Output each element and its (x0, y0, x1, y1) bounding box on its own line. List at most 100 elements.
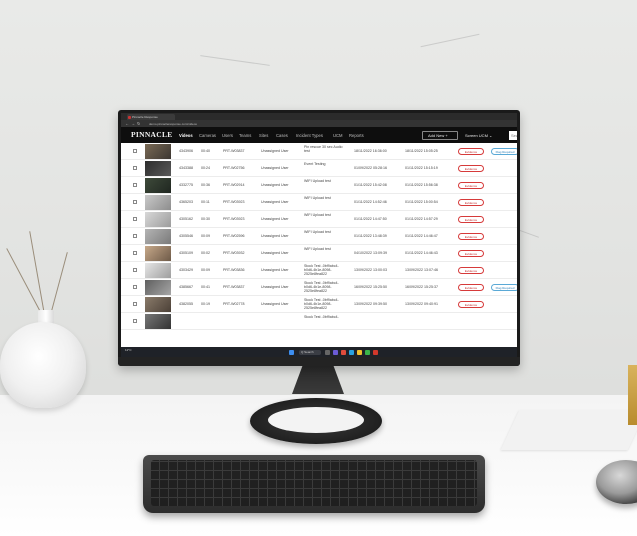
table-row[interactable]: 4365203 00:11 PRT-W03923 Unassigned User WIF… (121, 194, 517, 211)
video-title: Stock Test -0bf9abc4-b0d6-4b1e-8098-2525… (304, 264, 339, 276)
video-title: Stock Test -0bf9abc4-b0d6-4b1e-8098-2525… (304, 281, 339, 293)
table-row[interactable]: 4343388 00:24 PRT-W02756 Unassigned User Eve… (121, 160, 517, 177)
nav-users[interactable]: Users (222, 133, 233, 138)
folder-icon[interactable] (357, 349, 362, 355)
assigned-user: Unassigned User (261, 217, 289, 221)
row-checkbox[interactable] (133, 268, 137, 272)
table-row[interactable]: 4332775 00:36 PRT-W02914 Unassigned User WIF… (121, 177, 517, 194)
evidence-button[interactable]: Evidence (458, 284, 484, 291)
row-checkbox[interactable] (133, 200, 137, 204)
task-view-icon[interactable] (325, 349, 330, 355)
forward-icon[interactable]: → (131, 121, 135, 126)
nav-videos[interactable]: Videos (179, 133, 193, 138)
table-row[interactable]: 4305546 00:09 PRT-W02596 Unassigned User WIF… (121, 228, 517, 245)
video-thumbnail[interactable] (145, 195, 171, 210)
video-title: WIFI Upload test (304, 179, 331, 183)
video-table: 4343906 00:40 PRT-W03837 Unassigned User Pin… (121, 143, 517, 347)
row-checkbox[interactable] (133, 234, 137, 238)
search-input[interactable]: Search (509, 130, 517, 140)
row-checkbox[interactable] (133, 302, 137, 306)
video-thumbnail[interactable] (145, 297, 171, 312)
evidence-button[interactable]: Evidence (458, 250, 484, 257)
gold-object (628, 365, 637, 425)
evidence-button[interactable]: Evidence (458, 165, 484, 172)
table-row[interactable]: 4382055 00:19 PRT-W02778 Unassigned User Sto… (121, 296, 517, 313)
add-new-button[interactable]: Add New + (422, 130, 458, 140)
evidence-button[interactable]: Evidence (458, 182, 484, 189)
taskbar-search[interactable]: Q Search (299, 349, 321, 355)
evidence-button[interactable]: Evidence (458, 199, 484, 206)
table-row[interactable]: 4305109 00:02 PRT-W03932 Unassigned User WIF… (121, 245, 517, 262)
row-checkbox[interactable] (133, 166, 137, 170)
video-thumbnail[interactable] (145, 263, 171, 278)
row-checkbox[interactable] (133, 285, 137, 289)
table-row[interactable]: 4385667 00:41 PRT-W03837 Unassigned User Sto… (121, 279, 517, 296)
device-id: PRT-W03923 (223, 217, 245, 221)
video-duration: 00:40 (201, 149, 210, 153)
nav-reports[interactable]: Reports (349, 133, 364, 138)
user-menu[interactable]: Screen UCM ⌄ (465, 133, 492, 138)
recorded-date: 16/09/2022 15:25:50 (354, 285, 387, 289)
windows-start-icon[interactable] (289, 349, 294, 355)
nav-cases[interactable]: Cases (276, 133, 288, 138)
evidence-button[interactable]: Evidence (458, 301, 484, 308)
video-title: WIFI Upload test (304, 247, 331, 251)
video-thumbnail[interactable] (145, 314, 171, 329)
assigned-user: Unassigned User (261, 268, 289, 272)
app-icon[interactable] (373, 349, 378, 355)
table-row[interactable]: 4343906 00:40 PRT-W03837 Unassigned User Pin… (121, 143, 517, 160)
row-checkbox[interactable] (133, 149, 137, 153)
evidence-button[interactable]: Evidence (458, 233, 484, 240)
chat-icon[interactable] (333, 349, 338, 355)
nav-teams[interactable]: Teams (239, 133, 251, 138)
keyboard-keys (151, 460, 477, 506)
uploaded-date: 01/11/2022 15:15:19 (405, 166, 438, 170)
uploaded-date: 18/11/2022 15:05:25 (405, 149, 438, 153)
device-id: PRT-W03923 (223, 200, 245, 204)
video-id: 4305546 (179, 234, 193, 238)
row-checkbox[interactable] (133, 251, 137, 255)
browser-icon[interactable] (341, 349, 346, 355)
uploaded-date: 13/09/2022 13:07:46 (405, 268, 438, 272)
video-thumbnail[interactable] (145, 280, 171, 295)
weather-widget[interactable]: 11°C (125, 348, 131, 352)
flag-required-badge[interactable]: Flag Required (491, 148, 517, 155)
table-row[interactable]: 4305162 00:30 PRT-W03923 Unassigned User WIF… (121, 211, 517, 228)
edge-icon[interactable] (349, 349, 354, 355)
video-thumbnail[interactable] (145, 178, 171, 193)
keyboard (143, 455, 485, 513)
reload-icon[interactable]: ↻ (137, 121, 140, 126)
table-row[interactable]: Stock Test -0bf9abc4- (121, 313, 517, 330)
video-thumbnail[interactable] (145, 212, 171, 227)
row-checkbox[interactable] (133, 217, 137, 221)
nav-ucm[interactable]: UCM (333, 133, 343, 138)
nav-cameras[interactable]: Cameras (199, 133, 216, 138)
video-title: Stock Test -0bf9abc4-b0d6-4b1e-8098-2525… (304, 298, 339, 310)
video-thumbnail[interactable] (145, 144, 171, 159)
nav-sites[interactable]: Sites (259, 133, 268, 138)
row-checkbox[interactable] (133, 319, 137, 323)
video-thumbnail[interactable] (145, 246, 171, 261)
video-id: 4365203 (179, 200, 193, 204)
video-duration: 00:19 (201, 302, 210, 306)
device-id: PRT-W02596 (223, 234, 245, 238)
evidence-button[interactable]: Evidence (458, 148, 484, 155)
video-thumbnail[interactable] (145, 161, 171, 176)
assigned-user: Unassigned User (261, 166, 289, 170)
flag-required-badge[interactable]: Flag Required (491, 284, 517, 291)
uploaded-date: 01/11/2022 15:00:54 (405, 200, 438, 204)
row-checkbox[interactable] (133, 183, 137, 187)
store-icon[interactable] (365, 349, 370, 355)
video-duration: 00:41 (201, 285, 210, 289)
nav-incident-types[interactable]: Incident Types (296, 133, 323, 138)
video-title: WIFI Upload test (304, 196, 331, 200)
video-thumbnail[interactable] (145, 229, 171, 244)
recorded-date: 04/10/2022 13:09:39 (354, 251, 387, 255)
assigned-user: Unassigned User (261, 302, 289, 306)
table-row[interactable]: 4303429 00:09 PRT-W03836 Unassigned User Sto… (121, 262, 517, 279)
evidence-button[interactable]: Evidence (458, 216, 484, 223)
logo[interactable]: PINNACLE (131, 130, 173, 139)
evidence-button[interactable]: Evidence (458, 267, 484, 274)
address-bar[interactable]: ← → ↻ demo.pinnacleresponse.com/videos (121, 120, 517, 127)
back-icon[interactable]: ← (125, 121, 129, 126)
